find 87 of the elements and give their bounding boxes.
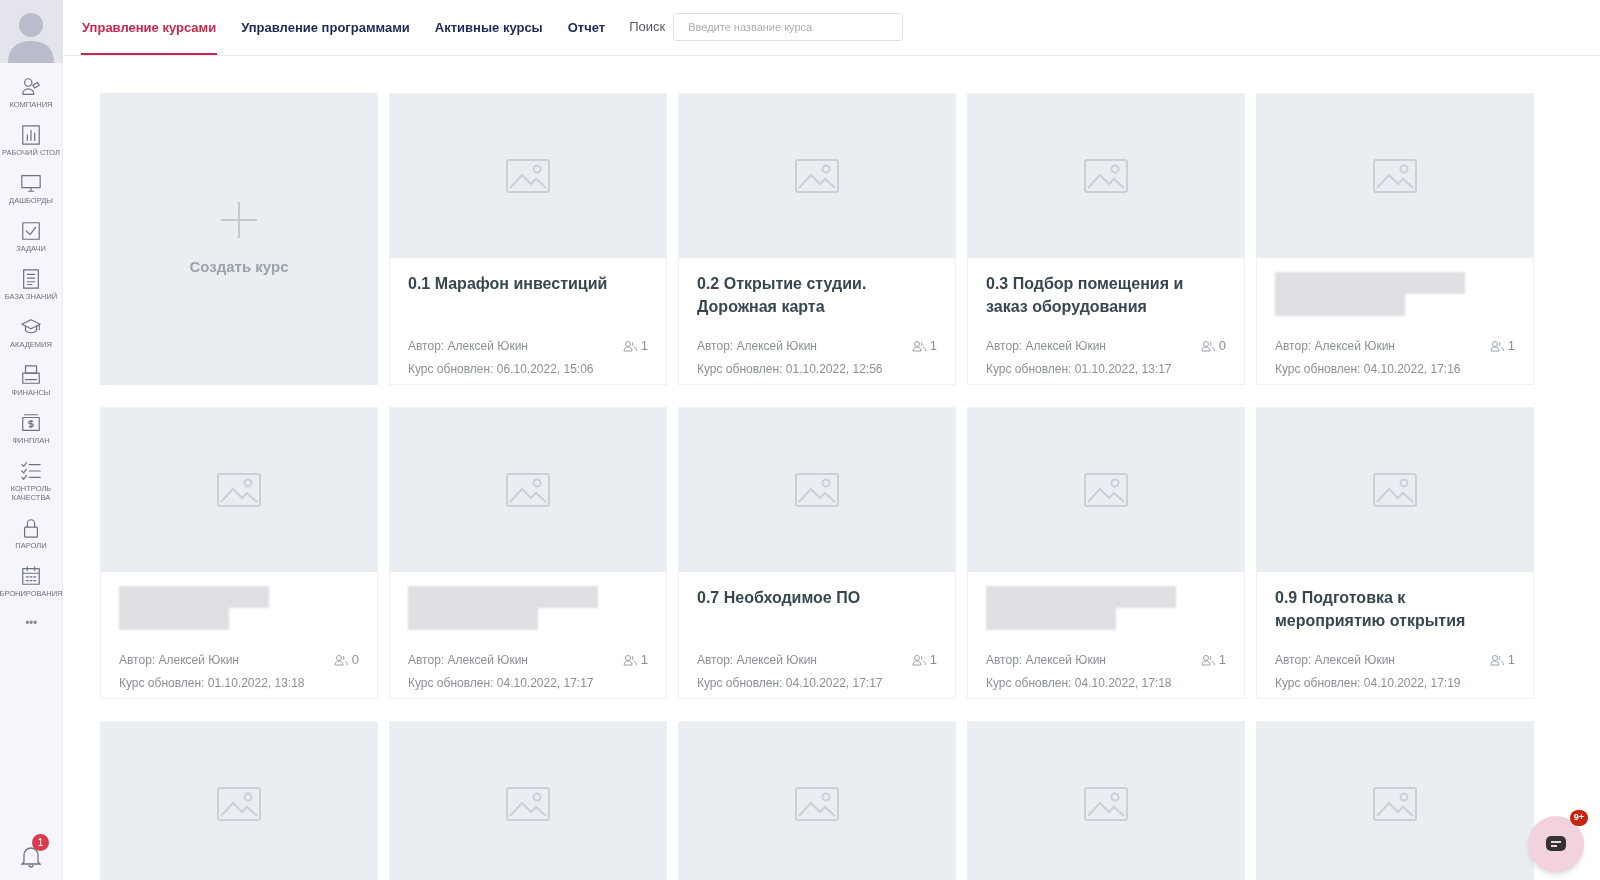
image-icon	[795, 787, 839, 821]
members-count: 1	[640, 651, 648, 669]
nav-tab[interactable]: Отчет	[566, 0, 607, 55]
course-title: 0.7 Необходимое ПО	[697, 588, 862, 608]
members-count: 1	[1507, 337, 1515, 355]
nav-tab[interactable]: Активные курсы	[433, 0, 544, 55]
users-icon	[911, 653, 926, 666]
image-icon	[1373, 787, 1417, 821]
search-label: Поиск	[629, 18, 666, 37]
course-card[interactable]: 0.3 Подбор помещения и заказ оборудования Автор: Алексей Юкин 0 Курс обновлен: 01.10.2022, 13:17	[967, 93, 1245, 385]
avatar[interactable]	[0, 0, 63, 63]
image-icon	[795, 473, 839, 507]
chat-badge: 9+	[1569, 810, 1588, 826]
course-author: Автор: Алексей Юкин	[1275, 337, 1395, 355]
course-author: Автор: Алексей Юкин	[408, 651, 528, 669]
chat-icon	[1545, 835, 1567, 853]
course-title: 0.1 Марафон инвестиций	[408, 274, 609, 294]
course-card[interactable]: Автор: Алексей Юкин 1 Курс обновлен: 04.10.2022, 17:17	[389, 407, 667, 699]
bell-icon[interactable]	[20, 844, 42, 868]
monitor-icon	[20, 172, 42, 194]
image-icon	[506, 473, 550, 507]
members-count: 1	[1507, 651, 1515, 669]
course-updated: Курс обновлен: 04.10.2022, 17:17	[697, 674, 884, 692]
more-button[interactable]: •••	[25, 614, 37, 632]
printer-icon	[20, 364, 42, 386]
people-icon	[20, 76, 42, 98]
members-count: 1	[929, 651, 937, 669]
plus-icon	[219, 199, 259, 240]
image-icon	[1373, 473, 1417, 507]
course-author: Автор: Алексей Юкин	[408, 337, 528, 355]
course-author: Автор: Алексей Юкин	[697, 651, 817, 669]
users-icon	[1489, 653, 1504, 666]
course-card[interactable]: 0.2 Открытие студии. Дорожная карта Автор: Алексей Юкин 1 Курс обновлен: 01.10.2022, 12:56	[678, 93, 956, 385]
calendar-icon	[20, 565, 42, 587]
course-card[interactable]: Автор: Алексей Юкин 1 Курс обновлен: 04.10.2022, 17:16	[1256, 93, 1534, 385]
banknote-icon	[20, 412, 42, 434]
image-icon	[795, 159, 839, 193]
course-author: Автор: Алексей Юкин	[697, 337, 817, 355]
users-icon	[1200, 653, 1215, 666]
users-icon	[622, 653, 637, 666]
course-author: Автор: Алексей Юкин	[986, 337, 1106, 355]
members-count: 0	[351, 651, 359, 669]
course-updated: Курс обновлен: 04.10.2022, 17:16	[1275, 360, 1462, 378]
course-updated: Курс обновлен: 04.10.2022, 17:18	[986, 674, 1173, 692]
nav-tab[interactable]: Управление курсами	[81, 0, 218, 55]
users-icon	[1489, 339, 1504, 352]
course-card[interactable]: Автор: Алексей Юкин 1 Курс обновлен: 04.10.2022, 17:18	[967, 407, 1245, 699]
search-field[interactable]: Введите название курса	[673, 13, 904, 41]
checkbox-icon	[20, 220, 42, 242]
image-icon	[1084, 159, 1128, 193]
course-updated: Курс обновлен: 01.10.2022, 13:18	[119, 674, 306, 692]
course-title: 0.2 Открытие студии. Дорожная карта	[697, 274, 868, 317]
course-card[interactable]: 0.1 Марафон инвестиций Автор: Алексей Юкин 1 Курс обновлен: 06.10.2022, 15:06	[389, 93, 667, 385]
users-icon	[333, 653, 348, 666]
nav-tab[interactable]: Управление программами	[240, 0, 411, 55]
chat-button[interactable]	[1528, 816, 1584, 872]
users-icon	[622, 339, 637, 352]
members-count: 0	[1218, 337, 1226, 355]
course-card[interactable]: 0.9 Подготовка к мероприятию открытия Автор: Алексей Юкин 1 Курс обновлен: 04.10.2022, 17:19	[1256, 407, 1534, 699]
course-updated: Курс обновлен: 04.10.2022, 17:19	[1275, 674, 1462, 692]
course-author: Автор: Алексей Юкин	[1275, 651, 1395, 669]
members-count: 1	[640, 337, 648, 355]
document-icon	[20, 268, 42, 290]
course-title: 0.3 Подбор помещения и заказ оборудования	[986, 274, 1185, 317]
bar-chart-icon	[20, 124, 42, 146]
course-updated: Курс обновлен: 04.10.2022, 17:17	[408, 674, 595, 692]
checklist-icon	[20, 460, 42, 482]
course-card[interactable]: 0.7 Необходимое ПО Автор: Алексей Юкин 1 Курс обновлен: 04.10.2022, 17:17	[678, 407, 956, 699]
course-title: 0.9 Подготовка к мероприятию открытия	[1275, 588, 1467, 631]
course-updated: Курс обновлен: 06.10.2022, 15:06	[408, 360, 595, 378]
image-icon	[506, 159, 550, 193]
image-icon	[217, 787, 261, 821]
users-icon	[911, 339, 926, 352]
image-icon	[1084, 787, 1128, 821]
course-author: Автор: Алексей Юкин	[986, 651, 1106, 669]
image-icon	[1373, 159, 1417, 193]
image-icon	[1084, 473, 1128, 507]
course-updated: Курс обновлен: 01.10.2022, 13:17	[986, 360, 1173, 378]
course-updated: Курс обновлен: 01.10.2022, 12:56	[697, 360, 884, 378]
notification-badge: 1	[32, 834, 49, 851]
image-icon	[217, 473, 261, 507]
course-author: Автор: Алексей Юкин	[119, 651, 239, 669]
image-icon	[506, 787, 550, 821]
members-count: 1	[1218, 651, 1226, 669]
users-icon	[1200, 339, 1215, 352]
members-count: 1	[929, 337, 937, 355]
course-card[interactable]: Автор: Алексей Юкин 0 Курс обновлен: 01.10.2022, 13:18	[100, 407, 378, 699]
